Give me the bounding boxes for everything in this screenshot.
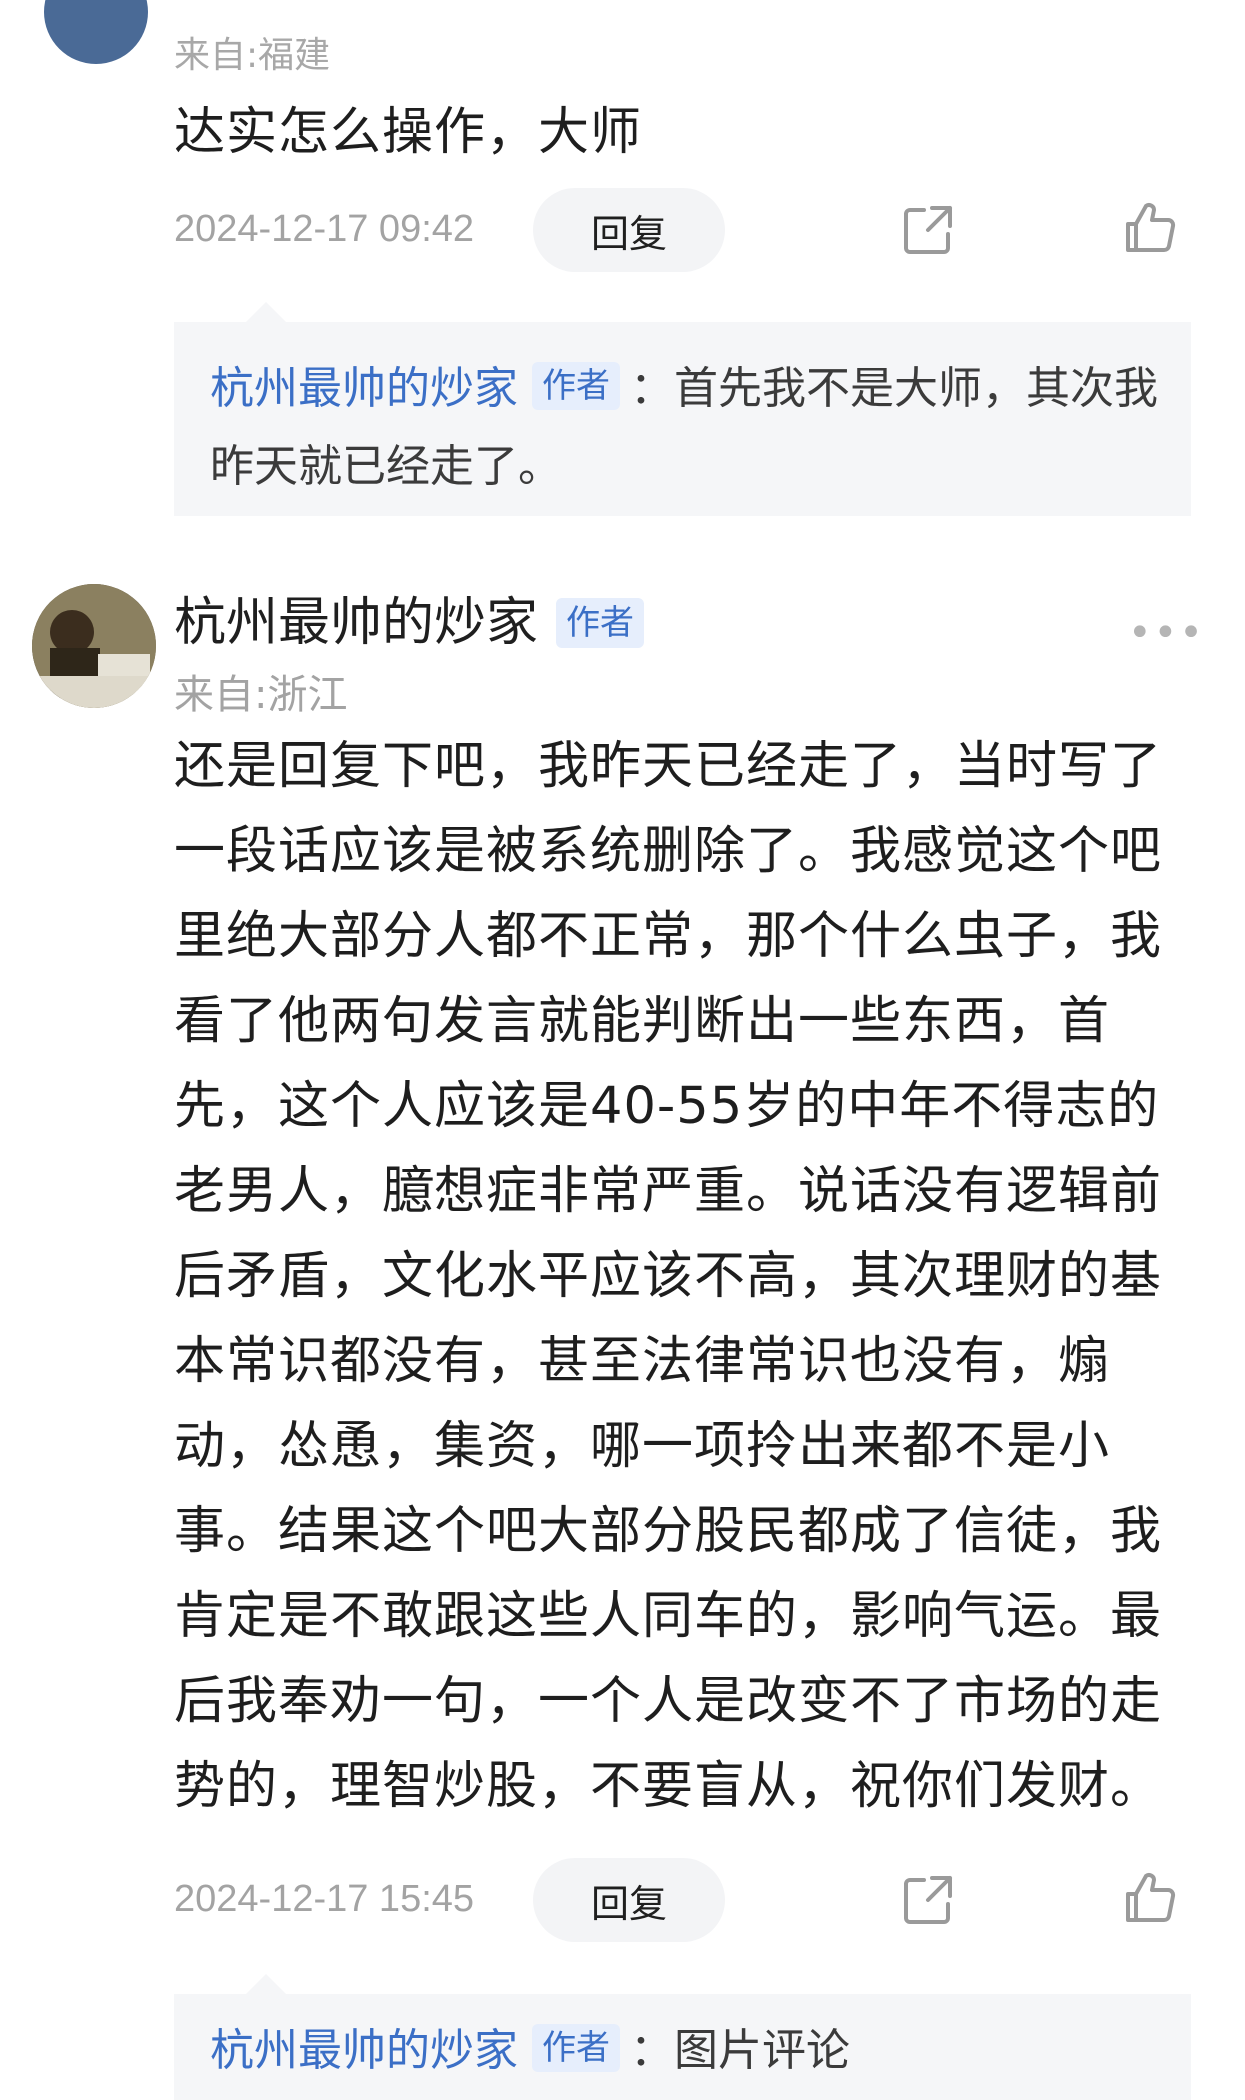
- comment-line: 本常识都没有，甚至法律常识也没有，煽: [174, 1332, 1111, 1391]
- avatar[interactable]: [44, 0, 148, 64]
- comment-line: 动，怂恿，集资，哪一项拎出来都不是小: [174, 1417, 1111, 1476]
- author-badge: 作者: [532, 362, 620, 410]
- author-badge: 作者: [532, 2024, 620, 2072]
- user-name[interactable]: 杭州最帅的炒家: [174, 588, 538, 658]
- reply-author-link[interactable]: 杭州最帅的炒家: [210, 363, 518, 414]
- more-icon[interactable]: •••: [1128, 610, 1205, 656]
- reply-thread[interactable]: 杭州最帅的炒家 作者 ：图片评论: [174, 1974, 1191, 2100]
- comment-line: 后矛盾，文化水平应该不高，其次理财的基: [174, 1247, 1163, 1306]
- comment-line: 还是回复下吧，我昨天已经走了，当时写了: [174, 737, 1163, 796]
- comment-line: 看了他两句发言就能判断出一些东西，首: [174, 992, 1111, 1051]
- share-icon[interactable]: [900, 202, 956, 258]
- comment-timestamp: 2024-12-17 15:45: [174, 1878, 475, 1920]
- thumbs-up-icon[interactable]: [1122, 200, 1178, 256]
- reply-text-line2: 昨天就已经走了。: [210, 441, 562, 492]
- comment-body: 还是回复下吧，我昨天已经走了，当时写了 一段话应该是被系统删除了。我感觉这个吧 …: [174, 724, 1184, 1829]
- reply-button[interactable]: 回复: [533, 188, 725, 272]
- comment-line: 后我奉劝一句，一个人是改变不了市场的走: [174, 1672, 1163, 1731]
- share-icon[interactable]: [900, 1872, 956, 1928]
- reply-button[interactable]: 回复: [533, 1858, 725, 1942]
- comment-line: 先，这个人应该是40-55岁的中年不得志的: [174, 1077, 1160, 1136]
- comment-source: 来自:浙江: [174, 672, 348, 718]
- comment-timestamp: 2024-12-17 09:42: [174, 208, 475, 250]
- avatar[interactable]: [32, 584, 156, 708]
- comment-line: 里绝大部分人都不正常，那个什么虫子，我: [174, 907, 1163, 966]
- reply-text: 图片评论: [674, 2025, 850, 2076]
- reply-colon: ：: [630, 2025, 674, 2076]
- thumbs-up-icon[interactable]: [1122, 1870, 1178, 1926]
- reply-text-line1: 首先我不是大师，其次我: [674, 363, 1158, 414]
- comment-line: 势的，理智炒股，不要盲从，祝你们发财。: [174, 1757, 1163, 1816]
- comment-line: 事。结果这个吧大部分股民都成了信徒，我: [174, 1502, 1163, 1561]
- comment-text: 达实怎么操作，大师: [174, 103, 643, 162]
- author-badge: 作者: [556, 598, 644, 648]
- reply-author-link[interactable]: 杭州最帅的炒家: [210, 2025, 518, 2076]
- reply-colon: ：: [630, 363, 674, 414]
- comment-line: 肯定是不敢跟这些人同车的，影响气运。最: [174, 1587, 1163, 1646]
- comment-source: 来自:福建: [174, 35, 331, 76]
- comment-line: 老男人，臆想症非常严重。说话没有逻辑前: [174, 1162, 1163, 1221]
- reply-thread[interactable]: 杭州最帅的炒家 作者 ：首先我不是大师，其次我 昨天就已经走了。: [174, 302, 1191, 516]
- comment-line: 一段话应该是被系统删除了。我感觉这个吧: [174, 822, 1163, 881]
